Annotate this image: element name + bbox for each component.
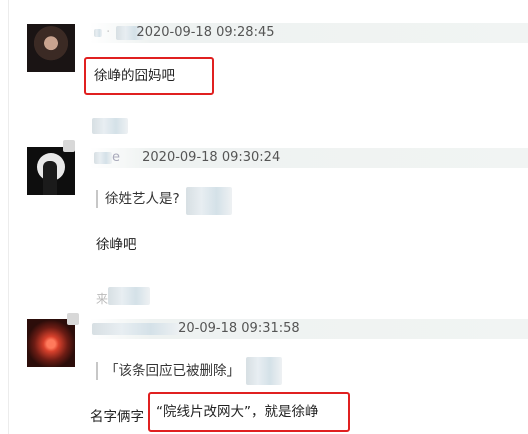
reply-text: 徐峥吧 [96,237,137,253]
post-meta: e 2020-09-18 09:30:24 [90,148,528,168]
timestamp: 2020-09-18 09:30:24 [142,150,281,165]
faint-label: 来 [96,292,109,306]
blurred-username [94,28,102,37]
user-avatar[interactable] [27,319,75,367]
blurred-text [186,187,232,215]
reply-text-highlight: “院线片改网大”，就是徐峥 [148,392,350,432]
quoted-reply: 徐姓艺人是? [96,190,180,208]
post-meta: · 2020-09-18 09:28:45 [90,23,528,43]
divider [8,0,9,434]
blurred-text [92,118,128,134]
blurred-username [94,151,112,164]
user-avatar[interactable] [27,147,75,195]
reply-text: 徐峥的囧妈吧 [84,57,214,95]
badge-icon [67,313,79,325]
blurred-text [108,287,150,305]
timestamp: 20-09-18 09:31:58 [178,321,300,336]
reply-text-prefix: 名字俩字 [90,409,144,425]
post-meta: 20-09-18 09:31:58 [90,319,528,339]
timestamp-prefix: · [106,25,111,40]
username[interactable]: e [112,150,120,165]
user-avatar[interactable] [27,24,75,72]
blurred-text [246,357,282,385]
badge-icon [63,140,75,152]
timestamp: 2020-09-18 09:28:45 [136,25,275,40]
quoted-reply: 「该条回应已被删除」 [96,362,240,380]
comment-thread: · 2020-09-18 09:28:45 徐峥的囧妈吧 e 2020-09-1… [0,0,528,434]
blurred-username [92,322,180,335]
